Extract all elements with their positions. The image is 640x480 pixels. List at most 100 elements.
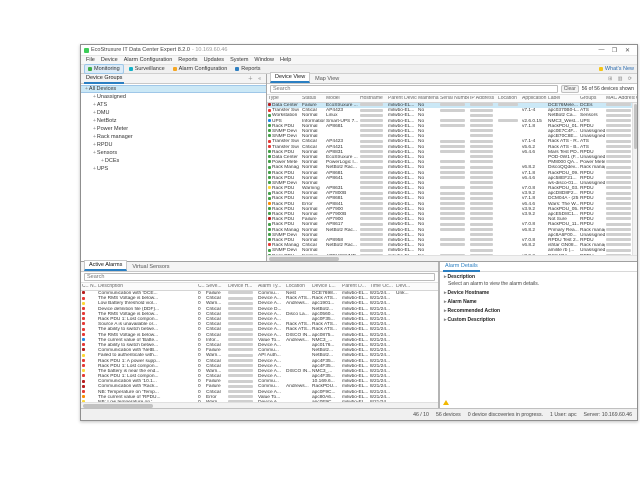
detail-section-label: ▸Device Hostname — [444, 290, 633, 296]
column-header[interactable]: Serial Number — [439, 96, 469, 101]
column-header[interactable]: Time Oc... — [369, 284, 395, 289]
severity-icon — [82, 317, 85, 320]
tree-item-sensors[interactable]: +Sensors — [81, 149, 266, 157]
severity-icon — [82, 312, 85, 315]
tab-device-view[interactable]: Device View — [270, 72, 310, 83]
redacted-text — [360, 233, 383, 236]
column-header[interactable]: N... — [89, 284, 97, 289]
column-header[interactable]: Description — [97, 284, 197, 289]
column-header[interactable]: Parent Device — [387, 96, 417, 101]
table-cell — [439, 228, 469, 233]
alarm-search-input[interactable] — [84, 273, 435, 281]
alarm-table-hscrollbar[interactable] — [81, 402, 438, 408]
menu-item-updates[interactable]: Updates — [201, 57, 228, 63]
close-button[interactable]: ✕ — [621, 47, 634, 54]
tree-item-power-meter[interactable]: +Power Meter — [81, 125, 266, 133]
chevron-icon[interactable]: ▸ — [444, 317, 447, 323]
status-icon — [268, 238, 271, 241]
chevron-icon[interactable]: ▸ — [444, 274, 447, 280]
column-header[interactable]: Status — [301, 96, 325, 101]
tree-item-all-devices[interactable]: +All Devices — [81, 85, 266, 93]
redacted-text — [440, 124, 465, 127]
expand-icon[interactable]: + — [93, 94, 96, 100]
column-header[interactable]: Groups — [579, 96, 605, 101]
redacted-text — [360, 160, 383, 163]
column-header[interactable]: Alarm Ty... — [257, 284, 285, 289]
expand-icon[interactable]: + — [93, 150, 96, 156]
menu-item-file[interactable]: File — [83, 57, 98, 63]
column-header[interactable]: Device L... — [311, 284, 341, 289]
column-header[interactable]: IP Address — [469, 96, 497, 101]
expand-icon[interactable]: + — [101, 158, 104, 164]
column-header[interactable]: Type — [267, 96, 301, 101]
tree-item-ups[interactable]: +UPS — [81, 165, 266, 173]
whats-new-link[interactable]: What's New — [599, 66, 634, 72]
expand-icon[interactable]: + — [93, 126, 96, 132]
column-header[interactable]: Label — [547, 96, 579, 101]
redacted-text — [470, 181, 493, 184]
column-header[interactable]: Model — [325, 96, 359, 101]
tree-item-netbotz[interactable]: +NetBotz — [81, 117, 266, 125]
tree-item-ats[interactable]: +ATS — [81, 101, 266, 109]
tab-virtual-sensors[interactable]: Virtual Sensors — [128, 263, 173, 271]
expand-icon[interactable]: + — [93, 142, 96, 148]
redacted-text — [606, 103, 631, 106]
menu-item-window[interactable]: Window — [251, 57, 277, 63]
redacted-text — [440, 186, 465, 189]
device-table-header: TypeStatusModelHostnameParent DeviceMain… — [267, 95, 637, 103]
column-header[interactable]: Application ... — [521, 96, 547, 101]
minimize-button[interactable]: — — [595, 47, 608, 54]
redacted-text — [440, 109, 465, 112]
column-header[interactable]: Seve... — [205, 284, 227, 289]
perspective-surveillance[interactable]: Surveillance — [126, 65, 168, 73]
chevron-icon[interactable]: ▸ — [444, 290, 447, 296]
column-header[interactable]: Hostname — [359, 96, 387, 101]
expand-icon[interactable]: + — [93, 110, 96, 116]
table-cell — [439, 176, 469, 181]
device-view-corner-icons[interactable]: ⊞ ▥ ⟳ — [608, 76, 634, 82]
column-header[interactable]: Contact Na... — [635, 96, 637, 101]
column-header[interactable]: Location — [285, 284, 311, 289]
maximize-button[interactable]: ❐ — [608, 47, 621, 54]
menu-item-reports[interactable]: Reports — [175, 57, 200, 63]
tab-active-alarms[interactable]: Active Alarms — [84, 260, 127, 271]
expand-icon[interactable]: + — [93, 118, 96, 124]
menu-item-device[interactable]: Device — [98, 57, 121, 63]
perspective-monitoring[interactable]: Monitoring — [84, 64, 124, 74]
redacted-text — [228, 364, 253, 367]
menu-item-help[interactable]: Help — [277, 57, 294, 63]
device-table-vscrollbar[interactable] — [632, 103, 637, 255]
column-header[interactable]: C... — [81, 284, 89, 289]
alarms-tab-strip: Active AlarmsVirtual Sensors — [84, 260, 175, 271]
perspective-alarm-configuration[interactable]: Alarm Configuration — [170, 65, 231, 73]
expand-icon[interactable]: + — [85, 86, 88, 92]
tree-item-dces[interactable]: +DCEs — [81, 157, 266, 165]
menu-item-alarm-configuration[interactable]: Alarm Configuration — [121, 57, 176, 63]
column-header[interactable]: C... — [197, 284, 205, 289]
clear-button[interactable]: Clear — [561, 85, 579, 93]
column-header[interactable]: Location — [497, 96, 521, 101]
redacted-text — [440, 238, 465, 241]
status-icon — [268, 134, 271, 137]
expand-icon[interactable]: + — [93, 134, 96, 140]
device-groups-header-icons[interactable]: ＋ « — [248, 75, 263, 82]
device-table-hscrollbar[interactable] — [267, 255, 637, 261]
expand-icon[interactable]: + — [93, 102, 96, 108]
tree-item-rpdu[interactable]: +RPDU — [81, 141, 266, 149]
tree-item-dmu[interactable]: +DMU — [81, 109, 266, 117]
column-header[interactable]: Parent D... — [341, 284, 369, 289]
device-search-input[interactable] — [270, 85, 558, 93]
perspective-reports[interactable]: Reports — [232, 65, 263, 73]
column-header[interactable]: MAC Address — [605, 96, 635, 101]
tree-item-rack-manager[interactable]: +Rack manager — [81, 133, 266, 141]
column-header[interactable]: Maintenan... — [417, 96, 439, 101]
expand-icon[interactable]: + — [93, 166, 96, 172]
menu-item-system[interactable]: System — [227, 57, 251, 63]
chevron-icon[interactable]: ▸ — [444, 308, 447, 314]
tree-item-unassigned[interactable]: +Unassigned — [81, 93, 266, 101]
tab-map-view[interactable]: Map View — [311, 75, 343, 83]
column-header[interactable]: Devi... — [395, 284, 415, 289]
table-cell: NetBotz Rac... — [325, 243, 359, 248]
chevron-icon[interactable]: ▸ — [444, 299, 447, 305]
column-header[interactable]: Device H... — [227, 284, 257, 289]
